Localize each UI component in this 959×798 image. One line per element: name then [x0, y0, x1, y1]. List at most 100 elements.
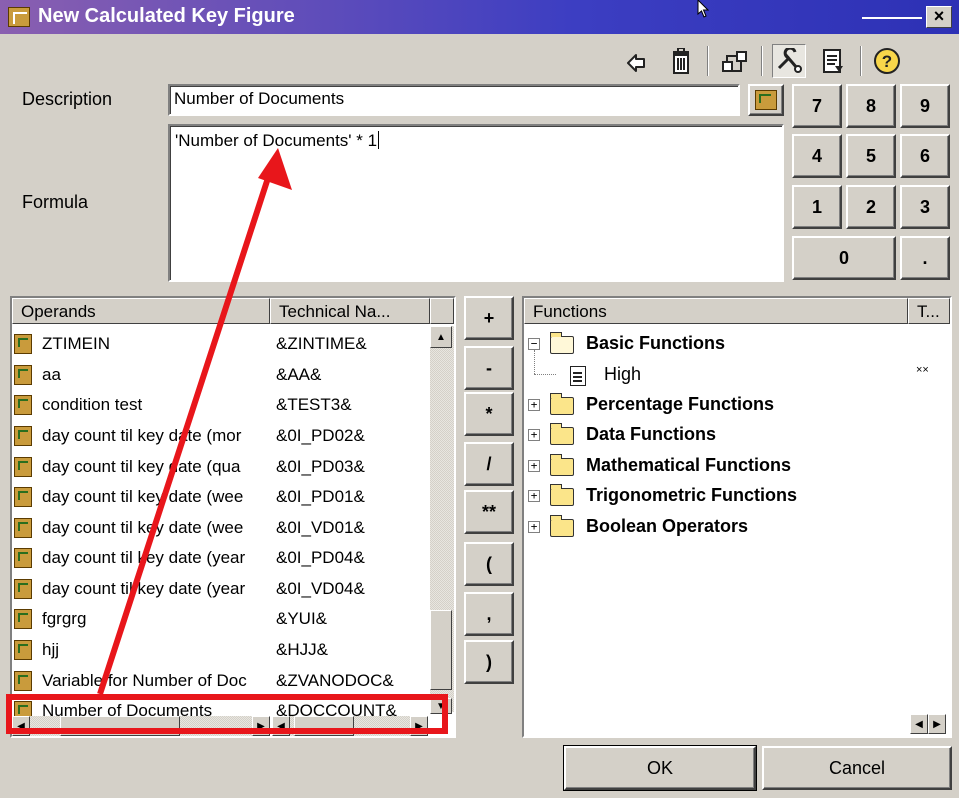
- key-figure-icon: [14, 518, 32, 538]
- keypad-decimal-button[interactable]: .: [900, 236, 950, 280]
- key-figure-icon: [14, 640, 32, 660]
- key-figure-icon: [14, 579, 32, 599]
- key-figure-icon: [14, 426, 32, 446]
- key-figure-icon: [14, 457, 32, 477]
- formula-label: Formula: [22, 192, 89, 212]
- tools-icon[interactable]: [772, 44, 806, 78]
- folder-icon: [550, 484, 574, 506]
- keypad-1-button[interactable]: 1: [792, 185, 842, 229]
- key-figure-icon: [14, 671, 32, 691]
- app-icon: [8, 7, 30, 27]
- tree-node-percentage-functions[interactable]: + Percentage Functions: [524, 393, 950, 421]
- key-figure-icon: [14, 487, 32, 507]
- ok-button[interactable]: OK: [563, 745, 757, 791]
- folder-icon: [550, 515, 574, 537]
- key-figure-icon: [14, 548, 32, 568]
- expand-icon[interactable]: +: [528, 460, 540, 472]
- type-column-header[interactable]: T...: [908, 298, 950, 324]
- hierarchy-icon[interactable]: [720, 44, 750, 78]
- annotation-highlight-box: [6, 694, 448, 734]
- open-paren-button[interactable]: (: [464, 542, 514, 586]
- description-label: Description: [22, 89, 113, 109]
- tree-node-boolean-operators[interactable]: + Boolean Operators: [524, 515, 950, 543]
- svg-text:?: ?: [882, 52, 892, 71]
- operand-row[interactable]: day count til key date (mor &0I_PD02&: [12, 421, 432, 451]
- scroll-up-arrow-icon[interactable]: ▲: [430, 326, 452, 348]
- divide-operator-button[interactable]: /: [464, 442, 514, 486]
- keypad-7-button[interactable]: 7: [792, 84, 842, 128]
- technical-name-column-header[interactable]: Technical Na...: [270, 298, 430, 324]
- operand-row[interactable]: ZTIMEIN &ZINTIME&: [12, 329, 432, 359]
- tree-node-high[interactable]: High ××: [524, 362, 950, 390]
- folder-icon: [550, 423, 574, 445]
- key-figure-icon: [14, 609, 32, 629]
- key-figure-icon: [14, 395, 32, 415]
- document-icon: [570, 366, 586, 386]
- operand-row[interactable]: day count til key date (year &0I_VD04&: [12, 574, 432, 604]
- formula-editor[interactable]: 'Number of Documents' * 1: [168, 124, 784, 282]
- keypad-2-button[interactable]: 2: [846, 185, 896, 229]
- functions-column-header[interactable]: Functions: [524, 298, 908, 324]
- help-icon[interactable]: ?: [872, 44, 902, 78]
- scroll-left-arrow-icon[interactable]: ◀: [910, 714, 928, 734]
- key-figure-icon: [14, 365, 32, 385]
- keypad-5-button[interactable]: 5: [846, 134, 896, 178]
- operand-row[interactable]: hjj &HJJ&: [12, 635, 432, 665]
- operand-row[interactable]: day count til key date (wee &0I_PD01&: [12, 482, 432, 512]
- operand-row[interactable]: Variable for Number of Doc &ZVANODOC&: [12, 666, 432, 696]
- header-filler: [430, 298, 454, 324]
- minus-operator-button[interactable]: -: [464, 346, 514, 390]
- key-figure-icon: [14, 334, 32, 354]
- expand-icon[interactable]: +: [528, 490, 540, 502]
- plus-operator-button[interactable]: +: [464, 296, 514, 340]
- type-value: ××: [916, 364, 929, 376]
- toolbar-separator: [707, 46, 709, 76]
- functions-tree[interactable]: Functions T... − Basic Functions High ××…: [522, 296, 952, 738]
- folder-icon: [550, 454, 574, 476]
- operand-row[interactable]: fgrgrg &YUI&: [12, 604, 432, 634]
- tree-node-mathematical-functions[interactable]: + Mathematical Functions: [524, 454, 950, 482]
- undo-icon[interactable]: [622, 44, 652, 78]
- close-paren-button[interactable]: ): [464, 640, 514, 684]
- operand-row[interactable]: day count til key date (qua &0I_PD03&: [12, 452, 432, 482]
- properties-icon[interactable]: [818, 44, 848, 78]
- window-title: New Calculated Key Figure: [38, 5, 295, 27]
- keypad-8-button[interactable]: 8: [846, 84, 896, 128]
- title-bar[interactable]: New Calculated Key Figure ×: [0, 0, 959, 34]
- toolbar-separator: [860, 46, 862, 76]
- operand-row[interactable]: day count til key date (wee &0I_VD01&: [12, 513, 432, 543]
- operand-row[interactable]: aa &AA&: [12, 360, 432, 390]
- dialog-window: New Calculated Key Figure × ? Descriptio…: [0, 0, 959, 798]
- scroll-right-arrow-icon[interactable]: ▶: [928, 714, 946, 734]
- expand-icon[interactable]: +: [528, 521, 540, 533]
- keypad-3-button[interactable]: 3: [900, 185, 950, 229]
- open-folder-icon: [550, 332, 574, 354]
- keypad-9-button[interactable]: 9: [900, 84, 950, 128]
- title-decoration: [862, 17, 922, 19]
- keypad-4-button[interactable]: 4: [792, 134, 842, 178]
- operand-row[interactable]: condition test &TEST3&: [12, 390, 432, 420]
- key-figure-picker-button[interactable]: [748, 84, 784, 116]
- delete-icon[interactable]: [666, 44, 696, 78]
- keypad-6-button[interactable]: 6: [900, 134, 950, 178]
- collapse-icon[interactable]: −: [528, 338, 540, 350]
- operands-list[interactable]: Operands Technical Na... ZTIMEIN &ZINTIME…: [10, 296, 456, 738]
- operands-column-header[interactable]: Operands: [12, 298, 270, 324]
- tree-node-trigonometric-functions[interactable]: + Trigonometric Functions: [524, 484, 950, 512]
- expand-icon[interactable]: +: [528, 399, 540, 411]
- cancel-button[interactable]: Cancel: [762, 746, 952, 790]
- expand-icon[interactable]: +: [528, 429, 540, 441]
- power-operator-button[interactable]: **: [464, 490, 514, 534]
- keypad-0-button[interactable]: 0: [792, 236, 896, 280]
- formula-text: 'Number of Documents' * 1: [175, 131, 378, 150]
- scroll-thumb[interactable]: [430, 610, 452, 690]
- tree-node-basic-functions[interactable]: − Basic Functions: [524, 332, 950, 360]
- tree-node-data-functions[interactable]: + Data Functions: [524, 423, 950, 451]
- operand-row[interactable]: day count til key date (year &0I_PD04&: [12, 543, 432, 573]
- close-button[interactable]: ×: [926, 6, 952, 28]
- description-field[interactable]: Number of Documents: [168, 84, 740, 116]
- toolbar-separator: [761, 46, 763, 76]
- comma-button[interactable]: ,: [464, 592, 514, 636]
- multiply-operator-button[interactable]: *: [464, 392, 514, 436]
- key-figure-icon: [755, 90, 777, 110]
